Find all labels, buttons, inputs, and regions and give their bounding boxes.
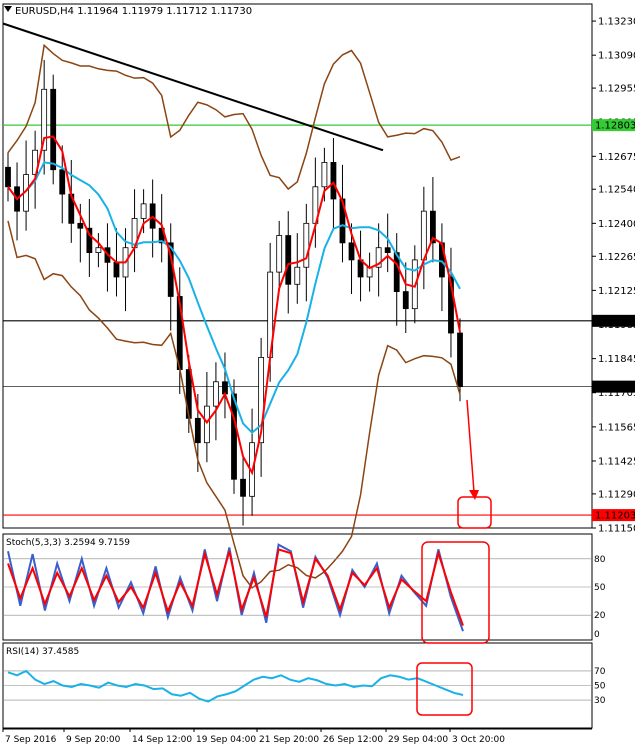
stoch-tick: 20 — [594, 611, 606, 621]
candle-body — [330, 162, 337, 200]
rsi-tick: 30 — [594, 696, 606, 706]
chart-canvas: 1.132301.130901.129551.128151.126751.125… — [2, 3, 635, 745]
stoch-tick: 50 — [594, 583, 606, 593]
candle-body — [348, 242, 355, 261]
candle-body — [276, 235, 283, 273]
stoch-tick: 0 — [594, 630, 600, 640]
candle-body — [231, 393, 237, 480]
y-tick-label: 1.13090 — [598, 51, 635, 62]
y-tick-label: 1.11150 — [598, 524, 635, 535]
rsi-title: RSI(14) 37.4585 — [6, 647, 79, 657]
level-tag-label: 1.11203 — [595, 511, 635, 522]
stoch-tick: 80 — [594, 555, 606, 565]
candle-body — [420, 210, 427, 261]
y-tick-label: 1.11290 — [598, 489, 635, 500]
rsi-tick: 50 — [594, 682, 606, 692]
candle-body — [59, 169, 66, 195]
y-tick-label: 1.11425 — [598, 456, 635, 467]
x-tick-label: 21 Sep 20:00 — [259, 735, 319, 745]
y-tick-label: 1.11565 — [598, 422, 635, 433]
candle-body — [402, 291, 409, 310]
candle-body — [50, 88, 57, 171]
candle-body — [294, 266, 301, 285]
y-tick-label: 1.12125 — [598, 286, 635, 297]
candle-body — [203, 405, 210, 444]
x-tick-label: 26 Sep 12:00 — [323, 735, 383, 745]
y-tick-label: 1.12265 — [598, 252, 635, 263]
y-tick-label: 1.12955 — [598, 84, 635, 95]
candle-body — [213, 381, 219, 407]
chart-title: EURUSD,H4 1.11964 1.11979 1.11712 1.1173… — [15, 6, 252, 17]
candle-body — [5, 166, 11, 188]
chart-window: 1.132301.130901.129551.128151.126751.125… — [0, 0, 635, 749]
candle-body — [321, 162, 328, 188]
x-tick-label: 14 Sep 12:00 — [132, 735, 192, 745]
candle-body — [240, 478, 246, 497]
y-tick-label: 1.13230 — [598, 17, 635, 28]
candle-body — [185, 369, 192, 419]
level-tag-label: 1.12000 — [595, 316, 635, 327]
candle-body — [140, 203, 147, 219]
candle-body — [384, 247, 391, 253]
y-tick-label: 1.12540 — [598, 185, 635, 196]
x-tick-label: 29 Sep 04:00 — [388, 735, 448, 745]
candle-body — [77, 222, 84, 229]
candle-body — [194, 417, 201, 444]
level-tag-label: 1.12803 — [595, 121, 635, 132]
y-tick-label: 1.12675 — [598, 152, 635, 163]
candle-body — [303, 222, 310, 268]
x-tick-label: 9 Sep 20:00 — [66, 735, 121, 745]
y-tick-label: 1.11845 — [598, 354, 635, 365]
rsi-tick: 70 — [594, 667, 606, 677]
x-tick-label: 7 Sep 2016 — [5, 735, 57, 745]
level-tag-label: 1.11730 — [595, 382, 635, 393]
candle-body — [95, 247, 102, 253]
candle-body — [457, 332, 463, 388]
candle-body — [113, 261, 120, 278]
x-tick-label: 3 Oct 20:00 — [452, 735, 505, 745]
stoch-title: Stoch(5,3,3) 3.2594 9.7159 — [6, 538, 130, 548]
candle-body — [285, 235, 292, 285]
y-tick-label: 1.12400 — [598, 219, 635, 230]
x-tick-label: 19 Sep 04:00 — [196, 735, 256, 745]
